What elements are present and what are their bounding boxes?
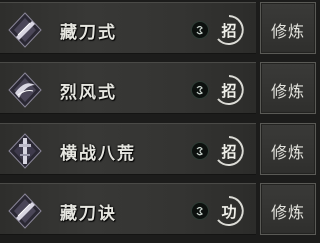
- skill-row: 烈风式 招 修炼: [0, 60, 319, 116]
- skill-type-seal: 功: [213, 195, 245, 227]
- swirl-icon: [191, 81, 209, 99]
- swirl-icon: [191, 202, 209, 220]
- skill-type-seal: 招: [213, 135, 245, 167]
- skill-entry[interactable]: 藏刀式 招: [0, 2, 256, 54]
- skill-row: 藏刀诀 功 修炼: [0, 181, 319, 237]
- skill-entry[interactable]: 横战八荒 招: [0, 123, 256, 175]
- skill-name: 藏刀诀: [60, 204, 117, 224]
- blade-emblem-icon: [6, 192, 44, 230]
- skill-entry[interactable]: 烈风式 招: [0, 62, 256, 114]
- skill-type-label: 招: [221, 143, 237, 161]
- skill-type-seal: 招: [213, 74, 245, 106]
- skill-type-label: 招: [221, 22, 237, 40]
- skill-type-seal: 招: [213, 14, 245, 46]
- skill-type-label: 招: [221, 82, 237, 100]
- train-button[interactable]: 修炼: [260, 2, 316, 54]
- skill-list-panel: 藏刀式 招 修炼 烈风式 招 修炼 横战八荒 招 修炼 藏刀诀 功 修炼: [0, 0, 319, 243]
- wind-blade-icon: [6, 71, 44, 109]
- blade-emblem-icon: [6, 11, 44, 49]
- skill-name: 藏刀式: [60, 23, 117, 43]
- swirl-icon: [191, 142, 209, 160]
- sword-pillar-icon: [6, 132, 44, 170]
- train-button[interactable]: 修炼: [260, 183, 316, 235]
- train-button[interactable]: 修炼: [260, 62, 316, 114]
- train-button-label: 修炼: [270, 203, 305, 222]
- skill-row: 横战八荒 招 修炼: [0, 121, 319, 177]
- train-button[interactable]: 修炼: [260, 123, 316, 175]
- train-button-label: 修炼: [270, 82, 305, 101]
- train-button-label: 修炼: [270, 22, 305, 41]
- skill-name: 横战八荒: [60, 144, 136, 164]
- skill-row: 藏刀式 招 修炼: [0, 0, 319, 56]
- swirl-icon: [191, 21, 209, 39]
- skill-entry[interactable]: 藏刀诀 功: [0, 183, 256, 235]
- skill-name: 烈风式: [60, 83, 117, 103]
- train-button-label: 修炼: [270, 143, 305, 162]
- skill-type-label: 功: [221, 203, 237, 221]
